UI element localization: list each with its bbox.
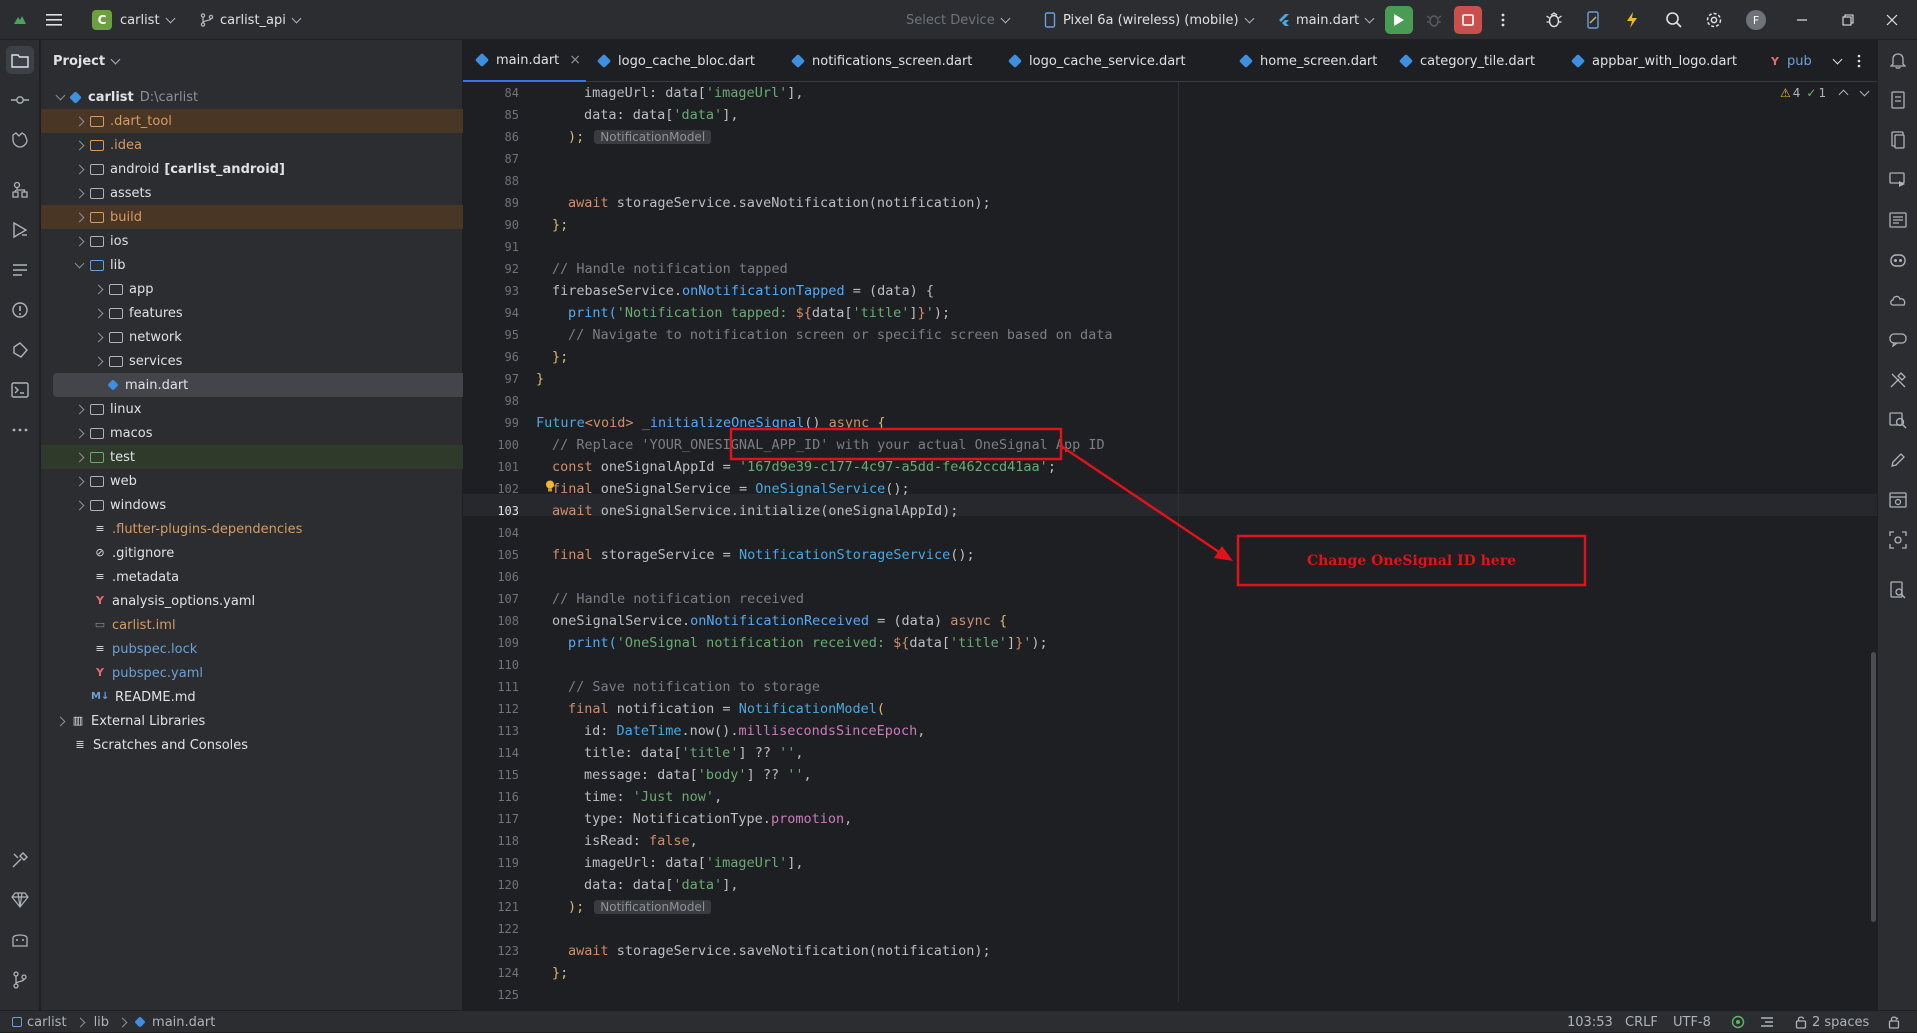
breadcrumb: carlist lib main.dart	[12, 1011, 215, 1033]
read-only-toggle-icon[interactable]	[1888, 1011, 1900, 1033]
pencil-icon[interactable]	[1884, 446, 1912, 474]
arrow-head	[1214, 546, 1233, 561]
module-icon	[12, 1017, 22, 1027]
chat-icon[interactable]	[1884, 326, 1912, 354]
breadcrumb-item[interactable]: carlist	[27, 1015, 67, 1030]
status-bar: carlist lib main.dart 103:53 CRLF UTF-8 …	[0, 1010, 1917, 1032]
line-separator[interactable]: CRLF	[1625, 1011, 1658, 1033]
indent-icon[interactable]	[1760, 1011, 1774, 1033]
tools-icon[interactable]	[1884, 366, 1912, 394]
gradle-icon[interactable]	[1884, 86, 1912, 114]
running-devices-icon[interactable]	[1884, 166, 1912, 194]
device-file-explorer-icon[interactable]	[1884, 126, 1912, 154]
copilot-icon[interactable]	[1884, 246, 1912, 274]
screenshot-icon[interactable]	[1884, 526, 1912, 554]
dart-file-icon	[134, 1016, 146, 1028]
notifications-bell-icon[interactable]	[1884, 46, 1912, 74]
indent-setting[interactable]: 2 spaces	[1795, 1011, 1869, 1033]
breadcrumb-item[interactable]: main.dart	[152, 1015, 215, 1030]
breadcrumb-item[interactable]: lib	[94, 1015, 109, 1030]
app-inspection-icon[interactable]	[1884, 406, 1912, 434]
find-file-icon[interactable]	[1884, 576, 1912, 604]
cloud-icon[interactable]	[1884, 286, 1912, 314]
highlight-box	[729, 427, 1063, 461]
cursor-position[interactable]: 103:53	[1567, 1011, 1613, 1033]
annotation-label: Change OneSignal ID here	[1306, 552, 1516, 569]
lock-icon	[1795, 1016, 1807, 1029]
chevron-right-icon	[75, 1017, 86, 1027]
layout-inspector-icon[interactable]	[1884, 486, 1912, 514]
vcs-status-icon[interactable]	[1731, 1011, 1745, 1033]
chevron-right-icon	[117, 1017, 128, 1027]
indent-label: 2 spaces	[1812, 1014, 1870, 1030]
flutter-outline-icon[interactable]	[1884, 206, 1912, 234]
annotation-arrow	[1060, 444, 1226, 558]
right-tool-strip	[1877, 40, 1917, 1010]
annotation-overlay	[729, 427, 1587, 587]
file-encoding[interactable]: UTF-8	[1673, 1011, 1711, 1033]
